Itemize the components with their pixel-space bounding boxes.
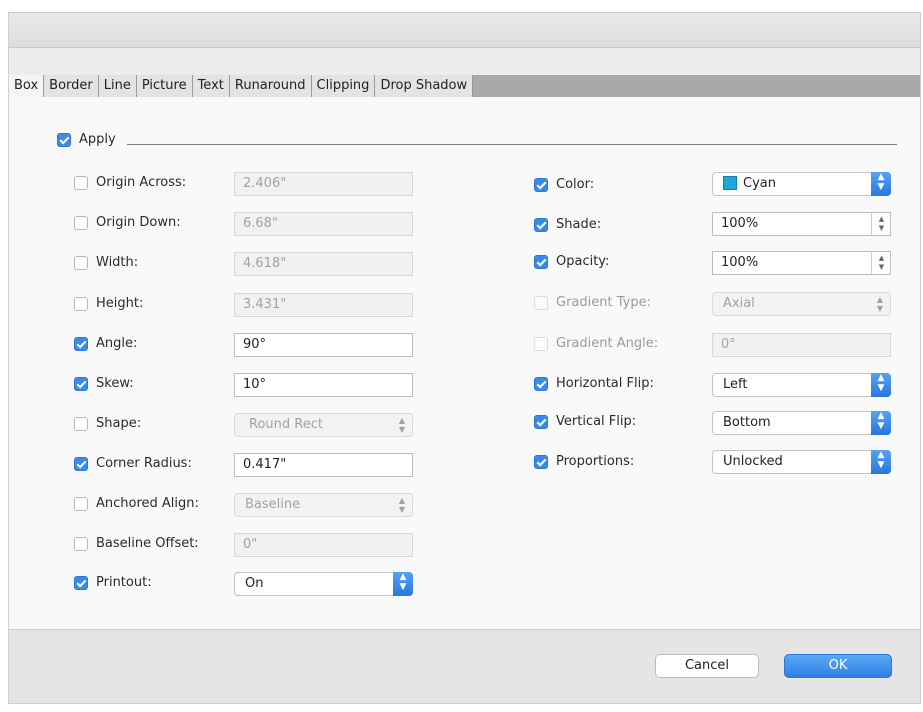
printout-select[interactable]: On ▲ ▼ <box>234 572 413 596</box>
color-label: Color: <box>556 177 595 192</box>
corner-radius-field[interactable]: 0.417" <box>234 453 413 477</box>
proportions-checkbox[interactable] <box>534 455 548 469</box>
dialog-window: Box Border Line Picture Text Runaround C… <box>8 12 921 704</box>
skew-field[interactable]: 10° <box>234 373 413 397</box>
printout-select-value: On <box>245 576 264 591</box>
shade-checkbox[interactable] <box>534 218 548 232</box>
height-label: Height: <box>96 296 144 311</box>
cancel-button[interactable]: Cancel <box>655 654 759 678</box>
origin-down-field[interactable]: 6.68" <box>234 212 413 236</box>
tab-drop-shadow[interactable]: Drop Shadow <box>375 75 474 97</box>
printout-label: Printout: <box>96 575 152 590</box>
skew-checkbox[interactable] <box>74 377 88 391</box>
tab-border[interactable]: Border <box>44 75 99 97</box>
chevron-updown-icon: ▲ ▼ <box>871 450 891 474</box>
proportions-select-value: Unlocked <box>723 454 783 469</box>
printout-checkbox[interactable] <box>74 576 88 590</box>
shape-select[interactable]: Round Rect ▲ ▼ <box>234 413 413 437</box>
vertical-flip-label: Vertical Flip: <box>556 414 637 429</box>
apply-row: Apply <box>57 129 897 153</box>
chevron-updown-icon: ▲ ▼ <box>398 416 406 434</box>
anchored-align-label: Anchored Align: <box>96 496 199 511</box>
anchored-align-checkbox[interactable] <box>74 497 88 511</box>
color-select-value: Cyan <box>743 176 776 191</box>
dialog-footer: Cancel OK <box>9 630 920 703</box>
ok-button[interactable]: OK <box>784 654 892 678</box>
angle-label: Angle: <box>96 336 138 351</box>
anchored-align-select[interactable]: Baseline ▲ ▼ <box>234 493 413 517</box>
tab-text[interactable]: Text <box>192 75 230 97</box>
opacity-field[interactable]: 100% ▲ ▼ <box>712 251 891 275</box>
origin-down-label: Origin Down: <box>96 215 181 230</box>
angle-field[interactable]: 90° <box>234 333 413 357</box>
shape-checkbox[interactable] <box>74 417 88 431</box>
box-tab-panel: Apply Origin Across: 2.406" Origin Down:… <box>9 97 920 630</box>
corner-radius-checkbox[interactable] <box>74 457 88 471</box>
height-field[interactable]: 3.431" <box>234 293 413 317</box>
tab-clipping[interactable]: Clipping <box>311 75 376 97</box>
apply-checkbox[interactable] <box>57 133 71 147</box>
skew-label: Skew: <box>96 376 134 391</box>
chevron-updown-icon: ▲ ▼ <box>398 496 406 514</box>
chevron-updown-icon: ▲ ▼ <box>871 411 891 435</box>
opacity-checkbox[interactable] <box>534 255 548 269</box>
width-checkbox[interactable] <box>74 256 88 270</box>
gradient-type-select[interactable]: Axial ▲ ▼ <box>712 292 891 316</box>
horizontal-flip-label: Horizontal Flip: <box>556 376 654 391</box>
opacity-label: Opacity: <box>556 254 610 269</box>
vertical-flip-select[interactable]: Bottom ▲ ▼ <box>712 411 891 435</box>
shape-label: Shape: <box>96 416 142 431</box>
shape-select-value: Round Rect <box>249 417 323 432</box>
chevron-updown-icon: ▲ ▼ <box>393 572 413 596</box>
apply-label: Apply <box>79 132 116 147</box>
title-bar[interactable] <box>9 13 920 48</box>
tab-bar: Box Border Line Picture Text Runaround C… <box>9 75 920 97</box>
stepper-icon[interactable]: ▲ ▼ <box>871 213 890 235</box>
origin-down-checkbox[interactable] <box>74 216 88 230</box>
apply-divider <box>127 144 897 145</box>
height-checkbox[interactable] <box>74 297 88 311</box>
chevron-updown-icon: ▲ ▼ <box>871 373 891 397</box>
chevron-updown-icon: ▲ ▼ <box>876 295 884 313</box>
gradient-type-label: Gradient Type: <box>556 295 651 310</box>
gradient-angle-checkbox[interactable] <box>534 337 548 351</box>
tab-picture[interactable]: Picture <box>136 75 193 97</box>
origin-across-label: Origin Across: <box>96 175 187 190</box>
baseline-offset-checkbox[interactable] <box>74 537 88 551</box>
color-swatch <box>723 176 737 190</box>
tab-box[interactable]: Box <box>9 75 45 97</box>
gradient-type-select-value: Axial <box>723 296 755 311</box>
color-checkbox[interactable] <box>534 178 548 192</box>
horizontal-flip-select-value: Left <box>723 377 748 392</box>
baseline-offset-field[interactable]: 0" <box>234 533 413 557</box>
tab-runaround[interactable]: Runaround <box>229 75 312 97</box>
vertical-flip-checkbox[interactable] <box>534 415 548 429</box>
horizontal-flip-checkbox[interactable] <box>534 377 548 391</box>
anchored-align-select-value: Baseline <box>245 497 301 512</box>
baseline-offset-label: Baseline Offset: <box>96 536 199 551</box>
proportions-select[interactable]: Unlocked ▲ ▼ <box>712 450 891 474</box>
corner-radius-label: Corner Radius: <box>96 456 192 471</box>
chevron-updown-icon: ▲ ▼ <box>871 172 891 196</box>
color-select[interactable]: Cyan ▲ ▼ <box>712 172 891 196</box>
origin-across-field[interactable]: 2.406" <box>234 172 413 196</box>
width-field[interactable]: 4.618" <box>234 252 413 276</box>
horizontal-flip-select[interactable]: Left ▲ ▼ <box>712 373 891 397</box>
gradient-angle-field[interactable]: 0° <box>712 333 891 357</box>
shade-field[interactable]: 100% ▲ ▼ <box>712 212 891 236</box>
origin-across-checkbox[interactable] <box>74 176 88 190</box>
angle-checkbox[interactable] <box>74 337 88 351</box>
shade-label: Shade: <box>556 217 602 232</box>
gradient-angle-label: Gradient Angle: <box>556 336 659 351</box>
opacity-value: 100% <box>721 255 759 270</box>
width-label: Width: <box>96 255 139 270</box>
vertical-flip-select-value: Bottom <box>723 415 771 430</box>
shade-value: 100% <box>721 216 759 231</box>
stepper-icon[interactable]: ▲ ▼ <box>871 252 890 274</box>
tab-line[interactable]: Line <box>98 75 137 97</box>
proportions-label: Proportions: <box>556 454 635 469</box>
gradient-type-checkbox[interactable] <box>534 296 548 310</box>
